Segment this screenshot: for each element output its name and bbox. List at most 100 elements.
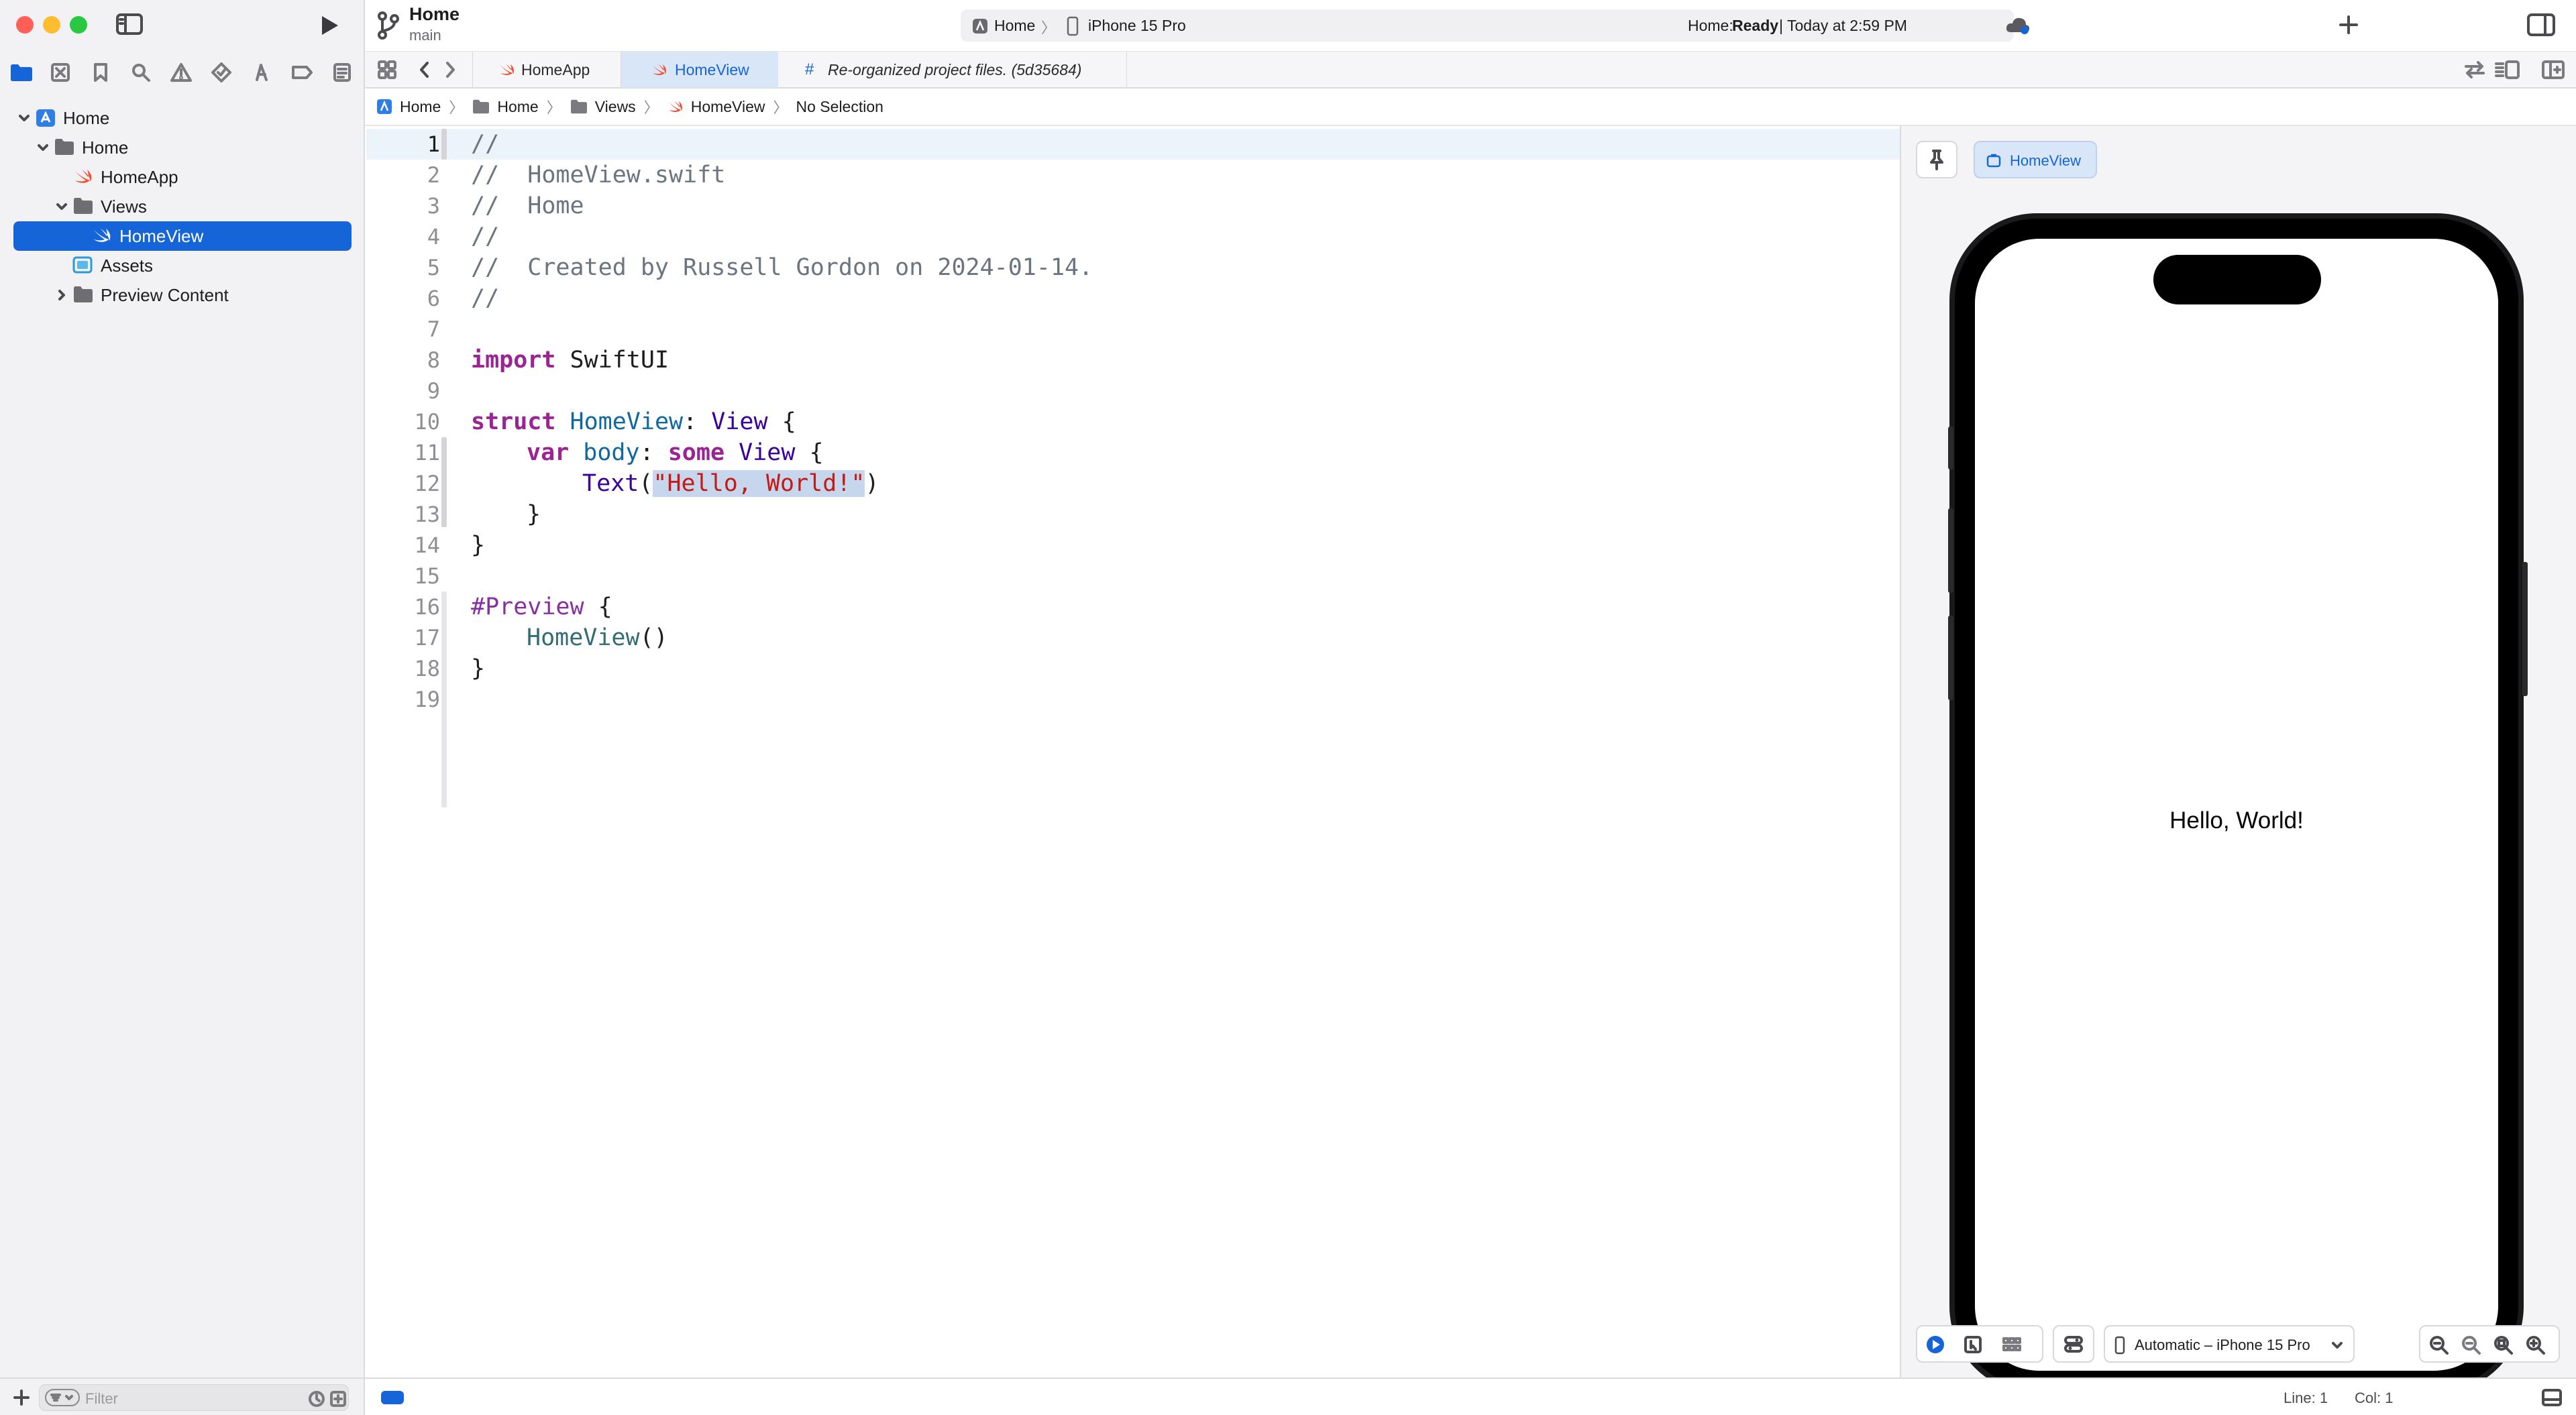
breakpoint-icon[interactable] xyxy=(287,58,317,87)
editor-options-icon[interactable] xyxy=(2494,60,2521,80)
swift-icon xyxy=(651,62,668,78)
toggle-navigator-icon[interactable] xyxy=(115,12,144,36)
preview-mode-group xyxy=(1916,1325,2043,1363)
run-button[interactable] xyxy=(315,12,342,39)
code-line[interactable]: // xyxy=(471,129,499,160)
filter-placeholder: Filter xyxy=(85,1390,118,1407)
code-line[interactable]: } xyxy=(471,653,485,684)
device-settings-button[interactable] xyxy=(2053,1325,2094,1363)
preview-tab-homeview[interactable]: HomeView xyxy=(1974,141,2097,178)
tree-item-folder-home[interactable]: Home xyxy=(13,133,352,162)
source-control-filter-icon[interactable] xyxy=(329,1390,347,1408)
code-line[interactable]: Text("Hello, World!") xyxy=(582,468,879,499)
swift-icon xyxy=(91,226,114,246)
forward-icon[interactable] xyxy=(441,60,459,80)
chevron-down-icon[interactable] xyxy=(16,110,32,126)
filter-field[interactable]: Filter xyxy=(39,1384,349,1411)
type-reference: View xyxy=(711,408,768,435)
project-title: Home xyxy=(409,4,460,24)
code-line[interactable]: var body: some View { xyxy=(527,437,824,468)
chevron-down-icon[interactable] xyxy=(54,199,70,215)
toggle-inspector-icon[interactable] xyxy=(2526,12,2556,38)
zoom-actual-icon[interactable] xyxy=(2461,1335,2482,1356)
code-line[interactable]: // HomeView.swift xyxy=(471,160,725,190)
warning-icon[interactable] xyxy=(166,58,196,87)
test-diamond-icon[interactable] xyxy=(207,58,236,87)
toggle-debug-area-icon[interactable] xyxy=(2541,1388,2563,1407)
live-preview-icon[interactable] xyxy=(1925,1335,1945,1355)
tree-item-label: Home xyxy=(82,137,129,158)
close-window-button[interactable] xyxy=(16,16,34,34)
code-line[interactable]: // xyxy=(471,221,499,252)
folder-icon[interactable] xyxy=(7,58,36,87)
recent-files-icon[interactable] xyxy=(308,1390,325,1408)
debug-area-toggle-icon[interactable] xyxy=(381,1391,404,1404)
source-editor[interactable]: 1 2 3 4 5 6 7 8 9 10 11 12 13 14 15 16 1… xyxy=(366,126,1900,1377)
tree-item-preview-content[interactable]: Preview Content xyxy=(13,280,352,310)
type-reference: View xyxy=(724,439,796,466)
zoom-out-icon[interactable] xyxy=(2428,1335,2450,1356)
branch-icon[interactable] xyxy=(376,9,400,42)
minimize-window-button[interactable] xyxy=(43,16,60,34)
back-icon[interactable] xyxy=(416,60,433,80)
tree-item-folder-views[interactable]: Views xyxy=(13,192,352,221)
breadcrumb-symbol[interactable]: No Selection xyxy=(796,98,883,116)
tab-commit[interactable]: # Re-organized project files. (5d35684) xyxy=(778,52,1127,88)
chevron-down-icon[interactable] xyxy=(35,139,51,156)
device-side-button xyxy=(1948,508,1953,593)
tree-item-project[interactable]: Home xyxy=(13,103,352,133)
zoom-fit-icon[interactable] xyxy=(2493,1335,2514,1356)
navigator-footer: Filter xyxy=(0,1377,364,1415)
add-icon[interactable] xyxy=(12,1388,31,1407)
breadcrumb-folder-views[interactable]: Views 〉 xyxy=(570,96,659,117)
code-line[interactable]: // Home xyxy=(471,190,584,221)
zoom-controls xyxy=(2419,1325,2560,1363)
bookmark-icon[interactable] xyxy=(86,58,115,87)
preview-canvas: HomeView Hello, World! Automatic – iPhon… xyxy=(1900,126,2576,1394)
code-line[interactable]: } xyxy=(527,499,541,530)
chevron-right-icon[interactable] xyxy=(54,287,70,303)
code-line[interactable]: } xyxy=(471,530,485,561)
breadcrumb-file[interactable]: HomeView 〉 xyxy=(667,96,788,117)
code-line[interactable]: // xyxy=(471,283,499,314)
device-screen[interactable]: Hello, World! xyxy=(1975,239,2498,1371)
code-line[interactable]: import SwiftUI xyxy=(471,345,669,376)
branch-name[interactable]: main xyxy=(409,27,441,44)
breadcrumb-label: Home xyxy=(400,97,441,115)
code-line[interactable]: // Created by Russell Gordon on 2024-01-… xyxy=(471,252,1093,283)
selectable-preview-icon[interactable] xyxy=(1963,1335,1983,1355)
zoom-in-icon[interactable] xyxy=(2525,1335,2546,1356)
tab-homeapp[interactable]: HomeApp xyxy=(472,52,621,88)
status-time: | Today at 2:59 PM xyxy=(1779,17,1907,34)
folder-icon xyxy=(472,99,490,115)
search-icon[interactable] xyxy=(126,58,156,87)
add-editor-icon[interactable] xyxy=(2541,60,2565,80)
breadcrumb-label: HomeView xyxy=(690,97,765,115)
device-selector[interactable]: Automatic – iPhone 15 Pro xyxy=(2104,1325,2355,1363)
tree-item-homeview[interactable]: HomeView xyxy=(13,221,352,251)
code-line[interactable]: #Preview { xyxy=(471,591,612,622)
pin-icon xyxy=(1930,150,1943,170)
breadcrumb-label: No Selection xyxy=(796,97,883,115)
filter-icon[interactable] xyxy=(45,1389,80,1406)
status-prefix: Home: xyxy=(1688,17,1733,34)
pin-preview-button[interactable] xyxy=(1916,141,1957,178)
code-line[interactable]: HomeView() xyxy=(527,622,668,653)
scheme-selector[interactable]: Home xyxy=(994,17,1035,35)
debug-icon[interactable] xyxy=(247,58,276,87)
report-icon[interactable] xyxy=(327,58,357,87)
breadcrumb-project[interactable]: Home 〉 xyxy=(376,96,464,117)
destination-selector[interactable]: iPhone 15 Pro xyxy=(1088,17,1186,35)
source-control-icon[interactable] xyxy=(46,58,75,87)
cloud-icon[interactable] xyxy=(2004,12,2031,39)
zoom-window-button[interactable] xyxy=(70,16,87,34)
add-icon[interactable] xyxy=(2337,13,2360,36)
tab-homeview[interactable]: HomeView xyxy=(621,52,778,88)
code-line[interactable]: struct HomeView: View { xyxy=(471,406,796,437)
breadcrumb-folder-home[interactable]: Home 〉 xyxy=(472,96,561,117)
variants-grid-icon[interactable] xyxy=(2002,1335,2022,1355)
grid-icon[interactable] xyxy=(377,60,397,80)
tree-item-homeapp[interactable]: HomeApp xyxy=(13,162,352,192)
tree-item-assets[interactable]: Assets xyxy=(13,251,352,280)
swap-icon[interactable] xyxy=(2463,60,2486,80)
